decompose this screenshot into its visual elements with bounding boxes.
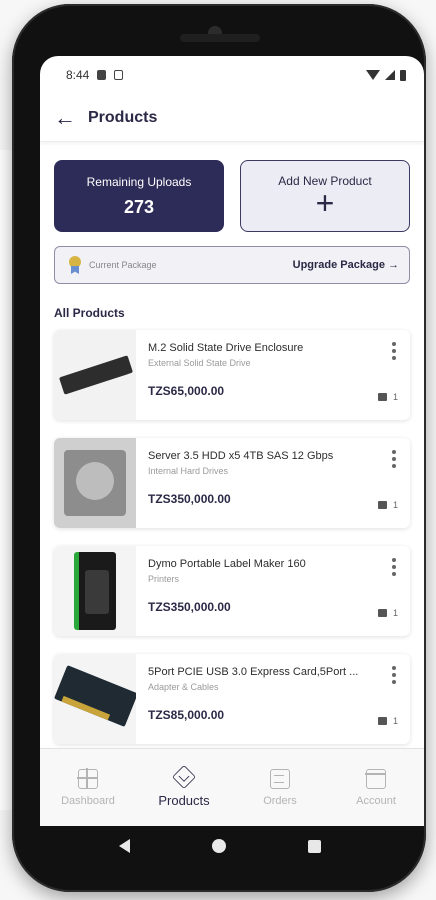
sim-icon — [114, 70, 124, 80]
product-category: External Solid State Drive — [148, 358, 251, 368]
remaining-uploads-card: Remaining Uploads 273 — [54, 160, 224, 232]
package-bar[interactable]: Current Package Upgrade Package → — [54, 246, 410, 284]
product-image — [54, 438, 136, 528]
wifi-icon — [366, 70, 380, 80]
product-category: Internal Hard Drives — [148, 466, 229, 476]
system-back-icon[interactable] — [119, 839, 130, 853]
product-name: M.2 Solid State Drive Enclosure — [148, 342, 304, 354]
cube-icon — [171, 764, 197, 790]
stock-indicator: 1 — [377, 608, 398, 618]
stock-box-icon — [377, 717, 387, 725]
product-card[interactable]: Server 3.5 HDD x5 4TB SAS 12 Gbps Intern… — [54, 438, 410, 528]
stock-box-icon — [377, 501, 387, 509]
grid-icon — [77, 767, 98, 789]
product-name: Server 3.5 HDD x5 4TB SAS 12 Gbps — [148, 450, 334, 462]
product-category: Printers — [148, 574, 180, 584]
stock-count: 1 — [392, 716, 398, 726]
stock-count: 1 — [392, 608, 398, 618]
back-arrow-icon[interactable]: ← — [54, 106, 88, 129]
store-icon — [365, 768, 386, 789]
stock-count: 1 — [392, 500, 398, 510]
product-card[interactable]: M.2 Solid State Drive Enclosure External… — [54, 330, 410, 420]
current-package-label: Current Package — [89, 260, 157, 270]
hard-drive-image — [64, 450, 126, 516]
nav-products-label: Products — [158, 793, 210, 808]
product-price: TZS85,000.00 — [148, 708, 225, 722]
page-title: Products — [88, 108, 158, 126]
stage: 8:44 ← Products Remaining Uploads 273 Ad… — [0, 0, 436, 900]
more-options-icon[interactable] — [392, 450, 396, 468]
remaining-uploads-title: Remaining Uploads — [86, 174, 192, 189]
medal-icon — [67, 256, 83, 274]
product-name: 5Port PCIE USB 3.0 Express Card,5Port ..… — [148, 666, 359, 678]
app-screen: 8:44 ← Products Remaining Uploads 273 Ad… — [40, 56, 424, 826]
product-price: TZS350,000.00 — [148, 600, 231, 614]
product-name: Dymo Portable Label Maker 160 — [148, 558, 306, 570]
product-category: Adapter & Cables — [148, 682, 219, 692]
status-left: 8:44 — [66, 68, 124, 82]
summary-cards: Remaining Uploads 273 Add New Product + — [54, 160, 410, 232]
notification-icon — [97, 70, 107, 80]
label-maker-image — [74, 552, 116, 630]
system-navigation-bar — [28, 822, 412, 870]
status-time: 8:44 — [66, 68, 90, 82]
product-info: Server 3.5 HDD x5 4TB SAS 12 Gbps Intern… — [136, 438, 410, 528]
stock-indicator: 1 — [377, 500, 398, 510]
stock-box-icon — [377, 609, 387, 617]
stock-indicator: 1 — [377, 716, 398, 726]
plus-icon: + — [315, 185, 335, 221]
product-price: TZS65,000.00 — [148, 384, 225, 398]
status-bar: 8:44 — [40, 56, 424, 94]
signal-icon — [385, 70, 395, 80]
product-info: Dymo Portable Label Maker 160 Printers T… — [136, 546, 410, 636]
pcie-card-image — [54, 665, 136, 727]
more-options-icon[interactable] — [392, 666, 396, 684]
stock-count: 1 — [392, 392, 398, 402]
document-icon — [270, 768, 290, 789]
upgrade-package-link[interactable]: Upgrade Package → — [293, 259, 399, 271]
nav-orders[interactable]: Orders — [232, 749, 328, 826]
more-options-icon[interactable] — [392, 558, 396, 576]
product-card[interactable]: 5Port PCIE USB 3.0 Express Card,5Port ..… — [54, 654, 410, 744]
product-price: TZS350,000.00 — [148, 492, 231, 506]
product-card[interactable]: Dymo Portable Label Maker 160 Printers T… — [54, 546, 410, 636]
product-image — [54, 546, 136, 636]
product-info: 5Port PCIE USB 3.0 Express Card,5Port ..… — [136, 654, 410, 744]
nav-account[interactable]: Account — [328, 749, 424, 826]
nav-dashboard[interactable]: Dashboard — [40, 749, 136, 826]
system-recents-icon[interactable] — [308, 839, 321, 853]
product-image — [54, 330, 136, 420]
nav-products[interactable]: Products — [136, 749, 232, 826]
all-products-heading: All Products — [54, 306, 125, 320]
battery-icon — [400, 69, 406, 81]
product-info: M.2 Solid State Drive Enclosure External… — [136, 330, 410, 420]
nav-orders-label: Orders — [263, 794, 297, 807]
nav-dashboard-label: Dashboard — [61, 794, 115, 807]
ssd-enclosure-image — [58, 355, 134, 395]
add-new-product-button[interactable]: Add New Product + — [240, 160, 410, 232]
phone-frame: 8:44 ← Products Remaining Uploads 273 Ad… — [12, 4, 426, 892]
system-home-icon[interactable] — [212, 839, 226, 853]
more-options-icon[interactable] — [392, 342, 396, 360]
product-image — [54, 654, 136, 744]
stock-box-icon — [377, 393, 387, 401]
remaining-uploads-count: 273 — [123, 196, 155, 217]
status-right — [366, 69, 406, 81]
main-content: Remaining Uploads 273 Add New Product + … — [40, 160, 424, 744]
bottom-navigation: Dashboard Products Orders Account — [40, 748, 424, 826]
stock-indicator: 1 — [377, 392, 398, 402]
nav-account-label: Account — [356, 794, 396, 807]
app-bar: ← Products — [40, 94, 424, 142]
